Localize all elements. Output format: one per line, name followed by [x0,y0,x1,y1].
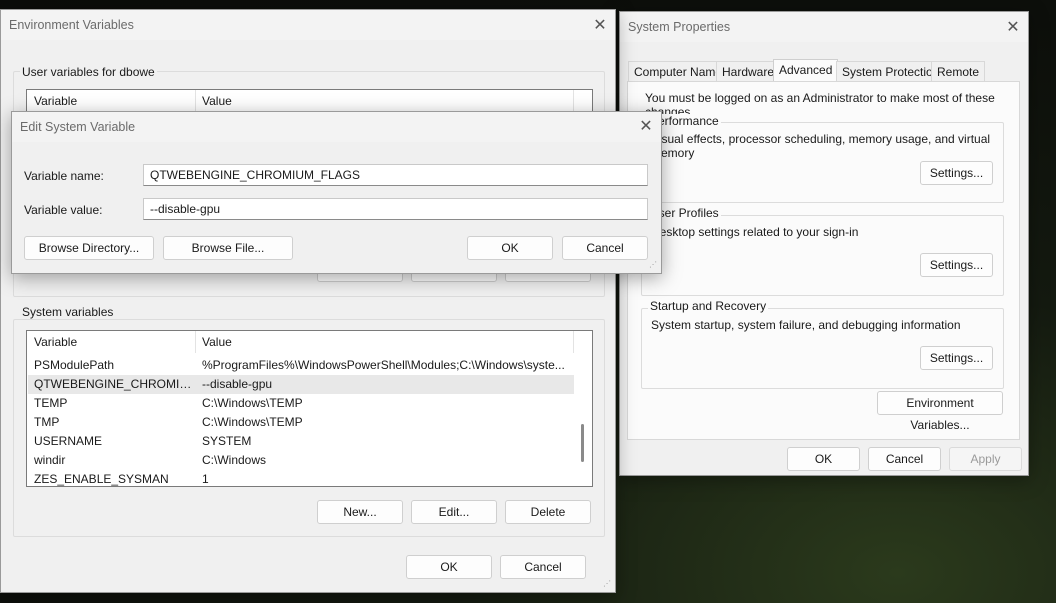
variable-cell: PSModulePath [34,358,115,372]
system-variables-list[interactable]: Variable Value PSModulePath %ProgramFile… [26,330,593,487]
startup-recovery-description: System startup, system failure, and debu… [651,318,961,332]
close-icon[interactable]: ✕ [1004,18,1022,36]
edit-dialog-cancel-button[interactable]: Cancel [562,236,648,260]
startup-recovery-label: Startup and Recovery [648,299,769,313]
variable-cell: windir [34,453,66,467]
value-cell: C:\Windows [202,453,267,467]
column-header-value[interactable]: Value [202,335,232,349]
variable-cell: TEMP [34,396,68,410]
variable-value-label: Variable value: [24,203,103,217]
table-row[interactable]: ZES_ENABLE_SYSMAN 1 [28,470,574,486]
system-properties-apply-button[interactable]: Apply [949,447,1022,471]
scrollbar-thumb[interactable] [581,424,584,462]
table-row[interactable]: PSModulePath %ProgramFiles%\WindowsPower… [28,356,574,375]
close-icon[interactable]: ✕ [637,117,655,135]
system-properties-cancel-button[interactable]: Cancel [868,447,941,471]
tab-hardware[interactable]: Hardware [716,61,781,81]
performance-settings-button[interactable]: Settings... [920,161,993,185]
resize-grip-icon[interactable]: ⋰ [649,261,659,271]
table-row[interactable]: windir C:\Windows [28,451,574,470]
variable-cell: TMP [34,415,60,429]
system-new-button[interactable]: New... [317,500,403,524]
value-cell: C:\Windows\TEMP [202,396,303,410]
variable-cell: QTWEBENGINE_CHROMIUM... [34,377,196,391]
browse-directory-button[interactable]: Browse Directory... [24,236,154,260]
system-properties-title: System Properties [628,20,731,34]
column-header-variable[interactable]: Variable [34,94,77,108]
tab-computer-name[interactable]: Computer Name [628,61,729,81]
system-properties-titlebar[interactable]: System Properties ✕ [620,12,1028,42]
value-cell: 1 [202,472,209,486]
edit-system-variable-dialog: Edit System Variable ✕ Variable name: Va… [11,111,662,274]
table-row[interactable]: TEMP C:\Windows\TEMP [28,394,574,413]
performance-description: Visual effects, processor scheduling, me… [651,132,991,160]
tab-remote[interactable]: Remote [931,61,986,81]
variable-cell: ZES_ENABLE_SYSMAN [34,472,169,486]
edit-dialog-title: Edit System Variable [20,120,136,134]
tab-advanced[interactable]: Advanced [773,59,839,82]
value-cell: --disable-gpu [202,377,273,391]
user-profiles-description: Desktop settings related to your sign-in [651,225,859,239]
user-list-header: Variable Value [27,90,592,112]
environment-variables-titlebar[interactable]: Environment Variables ✕ [1,10,615,40]
system-list-scrollbar[interactable] [575,353,591,486]
value-cell: %ProgramFiles%\WindowsPowerShell\Modules… [202,358,565,372]
advanced-tab-panel: You must be logged on as an Administrato… [627,81,1020,440]
column-separator [195,331,196,353]
edit-dialog-titlebar[interactable]: Edit System Variable ✕ [12,112,661,142]
value-cell: SYSTEM [202,434,252,448]
table-row[interactable]: USERNAME SYSTEM [28,432,574,451]
close-icon[interactable]: ✕ [591,16,609,34]
column-separator [573,90,574,112]
tab-system-protection[interactable]: System Protection [836,61,946,81]
table-row[interactable]: QTWEBENGINE_CHROMIUM... --disable-gpu [28,375,574,394]
column-separator [195,90,196,112]
value-cell: C:\Windows\TEMP [202,415,303,429]
variable-value-field[interactable] [143,198,648,220]
system-variables-label: System variables [20,305,116,319]
environment-variables-cancel-button[interactable]: Cancel [500,555,586,579]
column-header-variable[interactable]: Variable [34,335,77,349]
system-delete-button[interactable]: Delete [505,500,591,524]
column-separator [573,331,574,353]
startup-recovery-settings-button[interactable]: Settings... [920,346,993,370]
user-variables-label: User variables for dbowe [20,65,157,79]
column-header-value[interactable]: Value [202,94,232,108]
table-row[interactable]: TMP C:\Windows\TEMP [28,413,574,432]
edit-dialog-ok-button[interactable]: OK [467,236,553,260]
variable-name-label: Variable name: [24,169,104,183]
environment-variables-button[interactable]: Environment Variables... [877,391,1003,432]
environment-variables-title: Environment Variables [9,18,134,32]
environment-variables-ok-button[interactable]: OK [406,555,492,579]
system-properties-window: System Properties ✕ Computer Name Hardwa… [619,11,1029,476]
system-properties-ok-button[interactable]: OK [787,447,860,471]
variable-name-field[interactable] [143,164,648,186]
system-list-header: Variable Value [27,331,592,353]
system-edit-button[interactable]: Edit... [411,500,497,524]
user-profiles-settings-button[interactable]: Settings... [920,253,993,277]
environment-variables-window: Environment Variables ✕ User variables f… [0,9,616,593]
browse-file-button[interactable]: Browse File... [163,236,293,260]
variable-cell: USERNAME [34,434,103,448]
resize-grip-icon[interactable]: ⋰ [603,580,613,590]
